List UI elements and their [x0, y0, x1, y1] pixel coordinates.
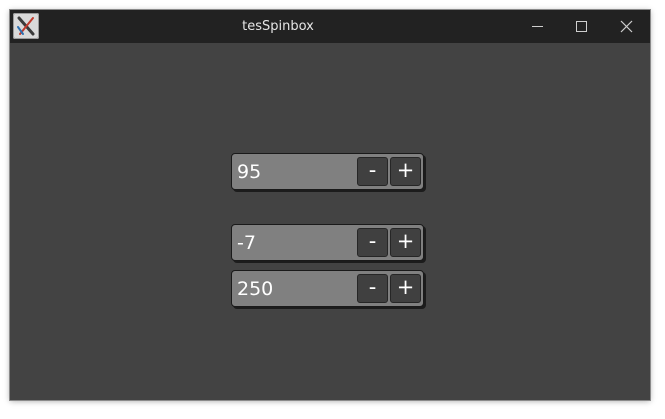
window-title: tesSpinbox [242, 19, 314, 34]
increment-button[interactable]: + [390, 157, 421, 186]
spinbox-value-field[interactable]: -7 [237, 225, 256, 260]
close-icon [620, 20, 633, 33]
decrement-button[interactable]: - [357, 157, 388, 186]
spinbox-1: 95 - + [231, 153, 424, 190]
increment-button[interactable]: + [390, 228, 421, 257]
spinbox-2: -7 - + [231, 224, 424, 261]
minimize-icon [532, 26, 543, 27]
maximize-icon [576, 21, 587, 32]
maximize-button[interactable] [561, 10, 601, 43]
minimize-button[interactable] [517, 10, 557, 43]
increment-button[interactable]: + [390, 274, 421, 303]
app-window: tesSpinbox 95 - + -7 - + 250 - + [10, 10, 650, 400]
spinbox-value-field[interactable]: 95 [237, 154, 261, 189]
title-bar[interactable]: tesSpinbox [10, 10, 650, 43]
decrement-button[interactable]: - [357, 228, 388, 257]
spinbox-value-field[interactable]: 250 [237, 271, 273, 306]
close-button[interactable] [606, 10, 646, 43]
decrement-button[interactable]: - [357, 274, 388, 303]
spinbox-3: 250 - + [231, 270, 424, 307]
